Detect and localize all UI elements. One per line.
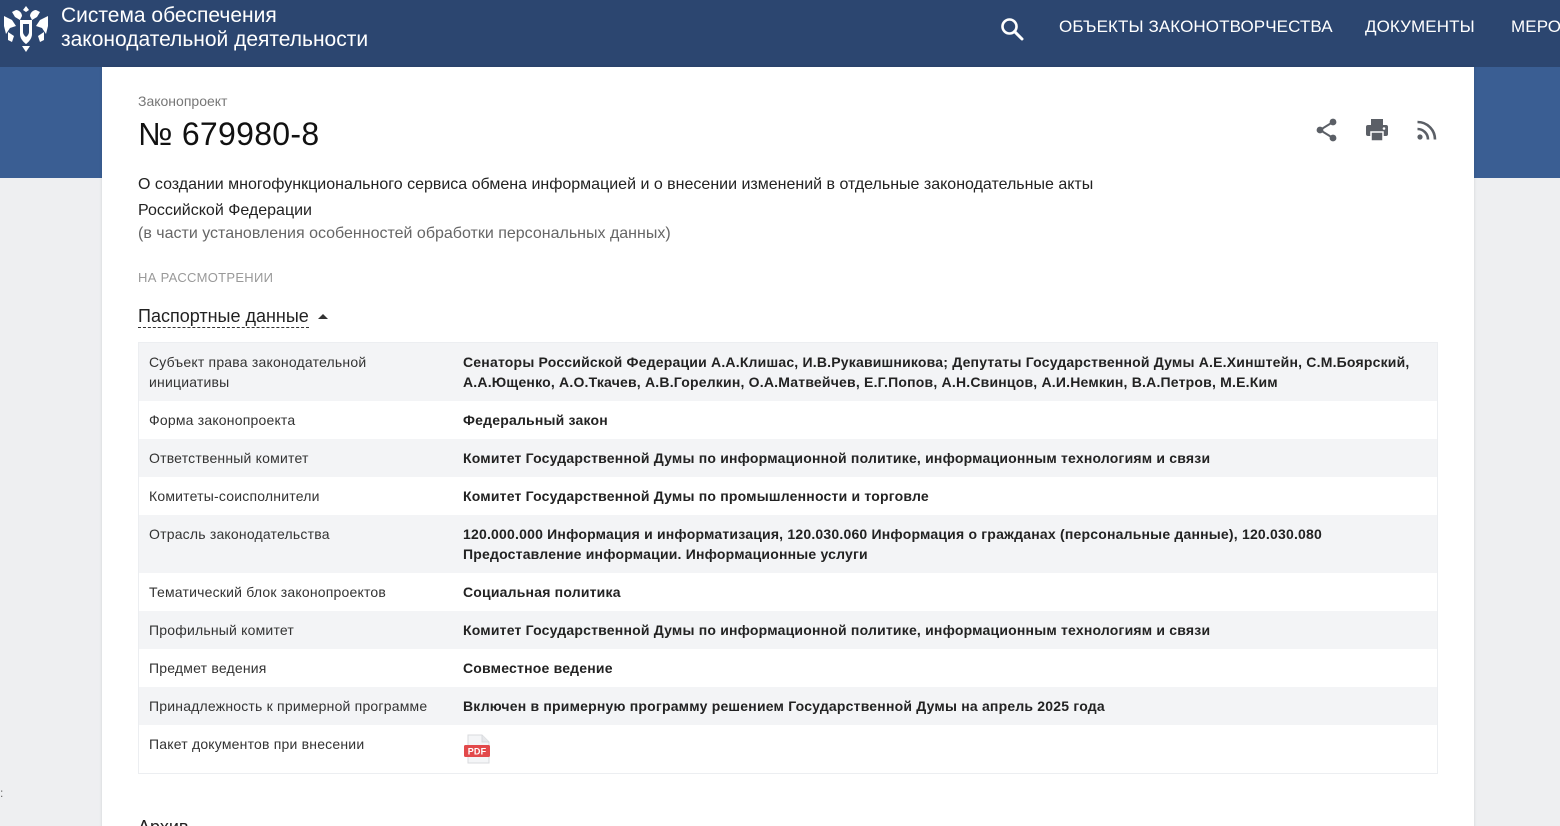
table-row: Форма законопроекта Федеральный закон [139,401,1437,439]
table-row: Отрасль законодательства 120.000.000 Инф… [139,515,1437,573]
nav-documents[interactable]: ДОКУМЕНТЫ [1365,17,1511,37]
search-icon[interactable] [999,16,1025,42]
nav-events[interactable]: МЕРО [1511,17,1560,37]
row-key: Пакет документов при внесении [149,736,365,752]
row-value: Социальная политика [463,584,621,600]
passport-toggle-label: Паспортные данные [138,306,309,328]
bill-actions [1314,117,1440,143]
edge-marker: : [0,786,4,800]
bill-title: О создании многофункционального сервиса … [138,176,1094,219]
pdf-file-icon[interactable]: PDF [463,734,493,764]
site-title-line1: Система обеспечения [61,4,277,27]
row-value: Комитет Государственной Думы по информац… [463,450,1211,466]
row-value: Сенаторы Российской Федерации А.А.Клишас… [463,354,1410,390]
row-value: Совместное ведение [463,660,613,676]
pdf-label: PDF [468,747,487,757]
row-value: Федеральный закон [463,412,608,428]
row-value: 120.000.000 Информация и информатизация,… [463,526,1323,562]
table-row: Комитеты-соисполнители Комитет Государст… [139,477,1437,515]
top-bar: Система обеспечения законодательной деят… [0,0,1560,67]
table-row: Предмет ведения Совместное ведение [139,649,1437,687]
print-icon[interactable] [1364,117,1390,143]
row-value: Комитет Государственной Думы по промышле… [463,488,929,504]
table-row: Профильный комитет Комитет Государственн… [139,611,1437,649]
bill-number: № 679980-8 [138,116,320,152]
archive-section-label[interactable]: Архив [138,817,188,826]
state-emblem-icon[interactable] [2,2,50,54]
passport-toggle[interactable]: Паспортные данные [138,305,328,328]
bill-subtitle: (в части установления особенностей обраб… [138,225,671,242]
nav-objects[interactable]: ОБЪЕКТЫ ЗАКОНОТВОРЧЕСТВА [1059,17,1365,37]
table-row: Ответственный комитет Комитет Государств… [139,439,1437,477]
row-key: Форма законопроекта [149,412,296,428]
row-key: Принадлежность к примерной программе [149,698,428,714]
table-row: Субъект права законодательной инициативы… [139,343,1437,401]
row-value: PDF [463,734,1437,764]
row-key: Профильный комитет [149,622,295,638]
table-row: Тематический блок законопроектов Социаль… [139,573,1437,611]
row-key: Ответственный комитет [149,450,309,466]
main-nav: ОБЪЕКТЫ ЗАКОНОТВОРЧЕСТВА ДОКУМЕНТЫ МЕРО [1059,17,1560,37]
row-key: Отрасль законодательства [149,526,330,542]
table-row: Пакет документов при внесении PDF [139,725,1437,773]
row-key: Тематический блок законопроектов [149,584,387,600]
bill-card: Законопроект № 679980-8 О создании много… [102,67,1474,826]
bill-kind: Законопроект [138,93,228,109]
row-value: Включен в примерную программу решением Г… [463,698,1105,714]
bill-status: НА РАССМОТРЕНИИ [138,270,274,285]
share-icon[interactable] [1314,117,1340,143]
table-row: Принадлежность к примерной программе Вкл… [139,687,1437,725]
row-key: Предмет ведения [149,660,267,676]
site-title[interactable]: Система обеспечения законодательной деят… [61,4,368,52]
row-key: Субъект права законодательной инициативы [149,354,367,390]
rss-icon[interactable] [1414,117,1440,143]
row-key: Комитеты-соисполнители [149,488,320,504]
site-title-line2: законодательной деятельности [61,28,369,51]
caret-up-icon [317,314,328,319]
row-value: Комитет Государственной Думы по информац… [463,622,1211,638]
passport-table: Субъект права законодательной инициативы… [138,342,1438,774]
